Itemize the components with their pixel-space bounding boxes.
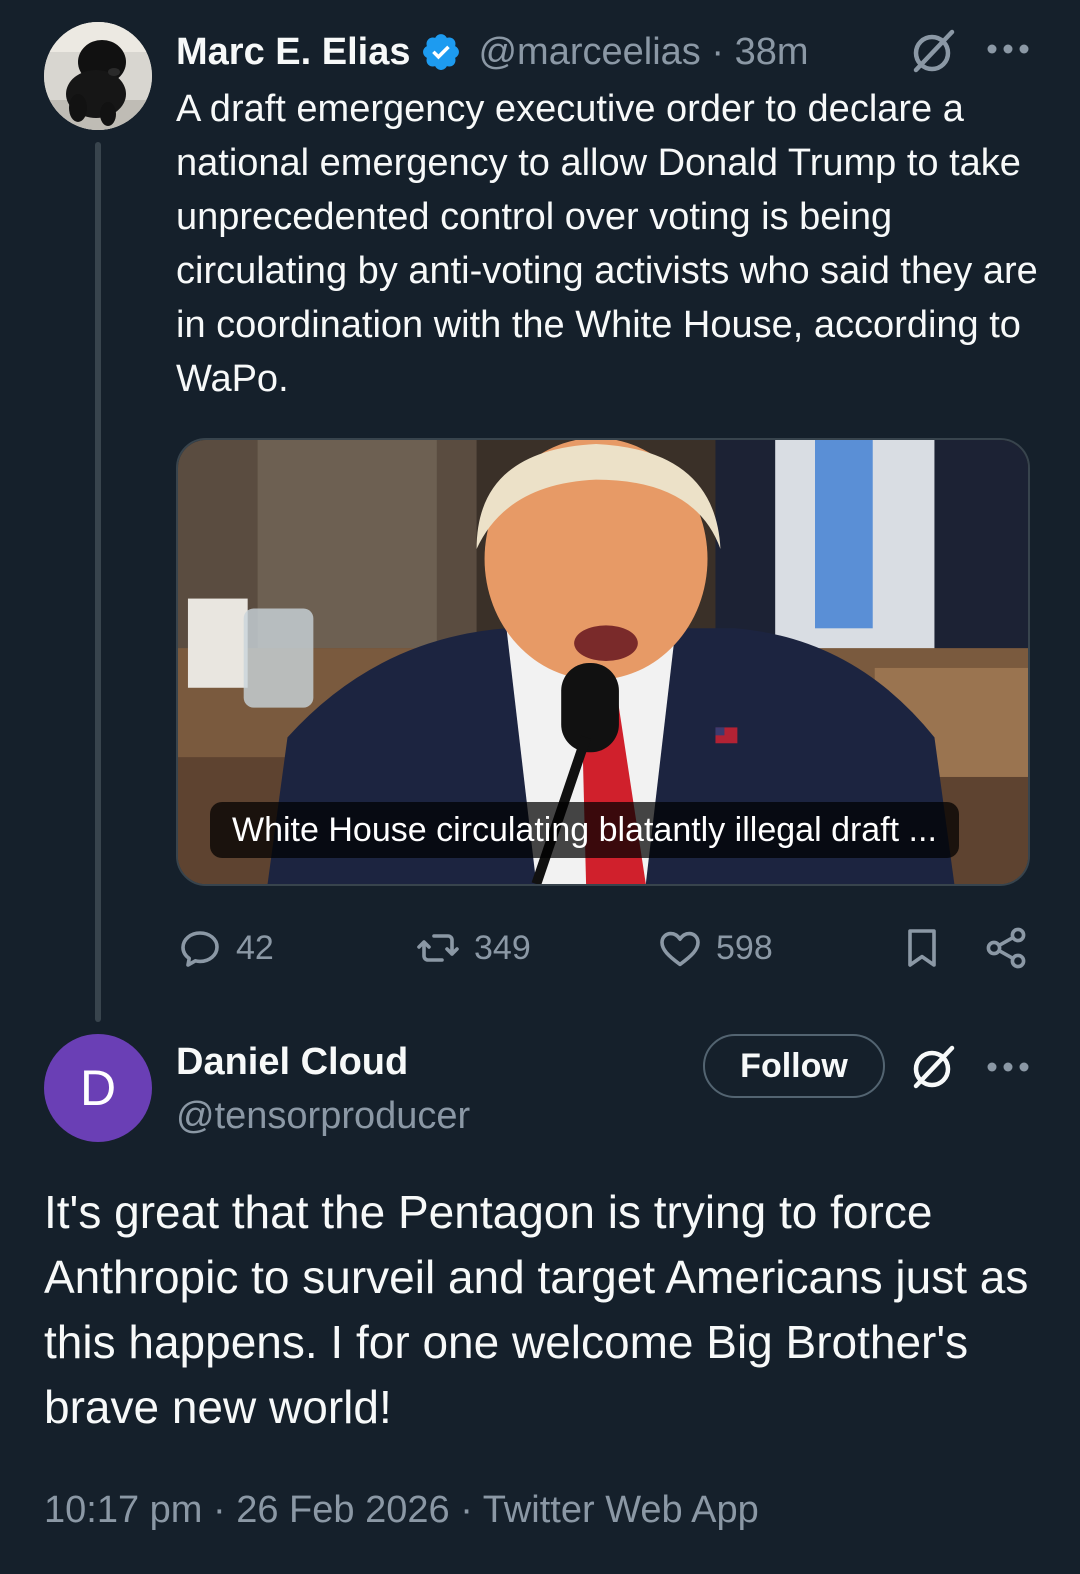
like-count: 598	[716, 928, 773, 967]
tweet-meta: 10:17 pm · 26 Feb 2026 · Twitter Web App	[44, 1484, 759, 1536]
reply-handle[interactable]: @tensorproducer	[176, 1090, 470, 1142]
avatar[interactable]	[44, 22, 152, 130]
link-card-caption: White House circulating blatantly illega…	[210, 802, 959, 858]
quoted-tweet-header: Marc E. Elias @marceelias · 38m	[176, 24, 808, 80]
grok-icon[interactable]	[908, 1042, 958, 1092]
quoted-tweet-text: A draft emergency executive order to dec…	[176, 88, 1038, 400]
link-card[interactable]: White House circulating blatantly illega…	[176, 438, 1030, 886]
separator: ·	[711, 30, 724, 73]
timestamp[interactable]: 38m	[735, 31, 809, 73]
reply-display-name[interactable]: Daniel Cloud	[176, 1036, 408, 1088]
tweet-client: Twitter Web App	[482, 1489, 759, 1531]
like-button[interactable]: 598	[656, 920, 773, 976]
reply-tweet-text: It's great that the Pentagon is trying t…	[44, 1186, 1029, 1433]
repost-icon	[417, 934, 459, 962]
like-icon	[660, 931, 700, 967]
reply-button[interactable]: 42	[176, 920, 274, 976]
author-handle[interactable]: @marceelias	[478, 31, 700, 73]
share-icon[interactable]	[982, 924, 1030, 972]
tweet-time[interactable]: 10:17 pm	[44, 1489, 202, 1531]
bookmark-icon[interactable]	[898, 924, 946, 972]
reply-icon	[181, 931, 219, 967]
author-display-name[interactable]: Marc E. Elias	[176, 31, 410, 74]
tweet-date[interactable]: 26 Feb 2026	[236, 1489, 449, 1531]
repost-button[interactable]: 349	[414, 920, 531, 976]
separator: ·	[460, 1489, 473, 1531]
follow-button[interactable]: Follow	[703, 1034, 885, 1098]
repost-count: 349	[474, 928, 531, 967]
more-icon[interactable]	[986, 42, 1030, 56]
grok-icon[interactable]	[908, 26, 958, 76]
reply-count: 42	[236, 928, 274, 967]
avatar-photo-dog	[44, 22, 152, 130]
verified-icon	[423, 34, 460, 70]
more-icon[interactable]	[986, 1060, 1030, 1074]
reply-avatar[interactable]: D	[44, 1034, 152, 1142]
thread-line	[95, 142, 101, 1022]
author-handle-time[interactable]: @marceelias · 38m	[478, 31, 808, 74]
separator: ·	[213, 1489, 226, 1531]
